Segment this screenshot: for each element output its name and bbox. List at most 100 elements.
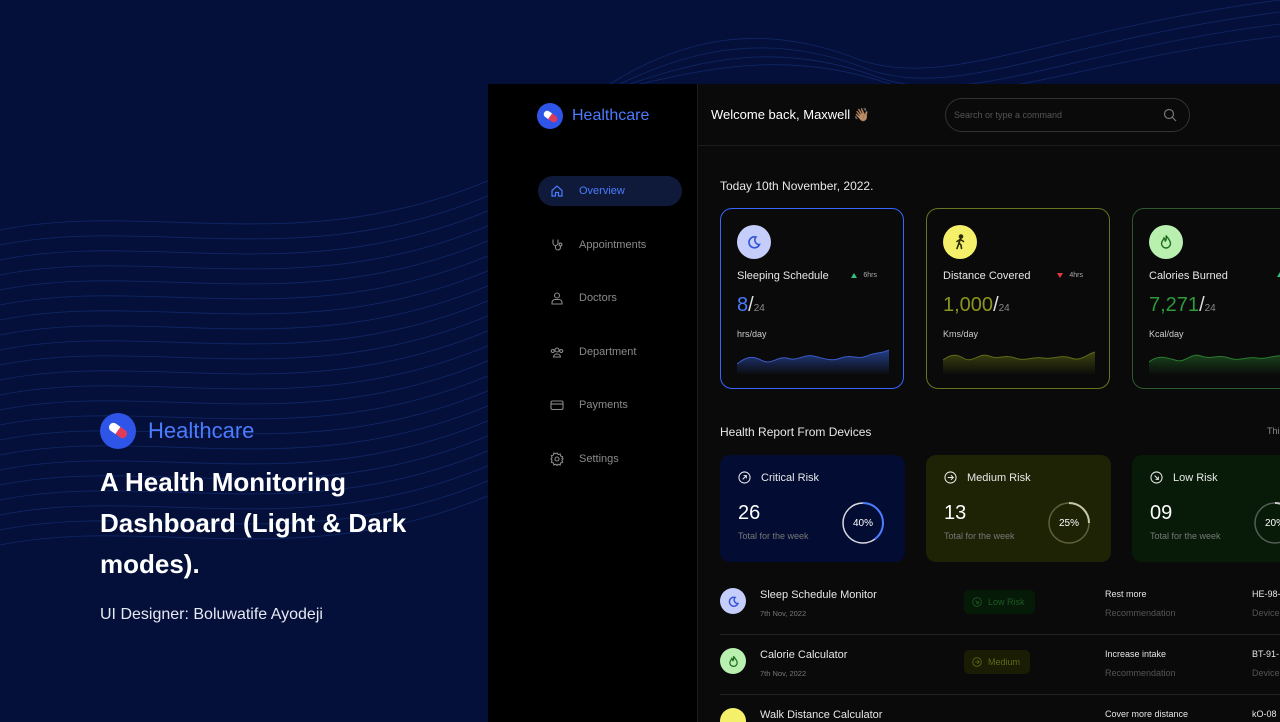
- row-recommendation-label: Recommendation: [1105, 668, 1176, 678]
- sidebar-item-label: Doctors: [579, 292, 617, 304]
- row-recommendation-label: Recommendation: [1105, 608, 1176, 618]
- promo-logo: Healthcare: [100, 413, 254, 449]
- report-filter-link[interactable]: Thi: [1267, 426, 1280, 436]
- table-row[interactable]: Sleep Schedule Monitor 7th Nov, 2022 Low…: [720, 575, 1280, 635]
- stat-card-sleeping-schedule[interactable]: Sleeping Schedule 6hrs 8/24 hrs/day: [720, 208, 904, 389]
- stethoscope-icon: [549, 237, 565, 253]
- row-device-label: Device: [1252, 608, 1280, 618]
- promo-title: A Health Monitoring Dashboard (Light & D…: [100, 467, 407, 579]
- stat-unit: hrs/day: [737, 329, 767, 339]
- sidebar: Healthcare Overview Appointments Doctors: [488, 84, 698, 722]
- main-content: Today 10th November, 2022. Sleeping Sche…: [698, 146, 1280, 722]
- risk-subtitle: Total for the week: [738, 531, 809, 541]
- arrow-right-circle-icon: [944, 471, 957, 484]
- home-icon: [549, 183, 565, 199]
- search-input[interactable]: Search or type a command: [945, 98, 1190, 132]
- sidebar-item-label: Settings: [579, 452, 619, 465]
- sidebar-item-label: Overview: [579, 185, 625, 197]
- arrow-down-right-circle-icon: [972, 597, 982, 607]
- row-device-label: Device: [1252, 668, 1280, 678]
- risk-count: 13: [944, 502, 967, 524]
- stat-value: 7,271/24: [1149, 294, 1216, 316]
- sidebar-item-label: Appointments: [579, 238, 647, 251]
- row-date: 7th Nov, 2022: [760, 669, 807, 678]
- risk-card-medium[interactable]: Medium Risk 13 Total for the week 25%: [926, 455, 1111, 562]
- risk-card-low[interactable]: Low Risk 09 Total for the week 20%: [1132, 455, 1280, 562]
- row-recommendation: Cover more distance: [1105, 709, 1189, 719]
- stat-unit: Kcal/day: [1149, 329, 1184, 339]
- search-placeholder: Search or type a command: [954, 110, 1063, 120]
- risk-header: Critical Risk: [738, 471, 819, 484]
- risk-subtitle: Total for the week: [1150, 531, 1221, 541]
- section-title-health-report: Health Report From Devices: [720, 425, 872, 439]
- stat-card-calories-burned[interactable]: Calories Burned 7,271/24 Kcal/day: [1132, 208, 1280, 389]
- pill-logo-icon: [100, 413, 136, 449]
- card-icon: [549, 397, 565, 413]
- status-badge: Medium: [964, 650, 1031, 674]
- row-name: Sleep Schedule Monitor: [760, 589, 877, 601]
- search-icon[interactable]: [1163, 108, 1177, 127]
- risk-subtitle: Total for the week: [944, 531, 1015, 541]
- walking-icon: [943, 225, 977, 259]
- risk-count: 26: [738, 502, 761, 524]
- stat-value: 8/24: [737, 294, 765, 316]
- progress-percent: 20%: [1264, 517, 1280, 529]
- table-row[interactable]: Calorie Calculator 7th Nov, 2022 Medium …: [720, 635, 1280, 695]
- stat-trend: 4hrs: [1057, 272, 1083, 279]
- app-window: Healthcare Overview Appointments Doctors: [488, 84, 1280, 722]
- row-date: 7th Nov, 2022: [760, 609, 807, 618]
- stat-name: Distance Covered: [943, 270, 1031, 282]
- trend-up-icon: [851, 273, 858, 278]
- sidebar-item-payments[interactable]: Payments: [538, 390, 682, 420]
- flame-icon: [1149, 225, 1183, 259]
- sidebar-item-department[interactable]: Department: [538, 337, 682, 367]
- welcome-message: Welcome back, Maxwell 👋🏽: [711, 107, 870, 122]
- sidebar-item-label: Department: [579, 345, 637, 358]
- sidebar-item-settings[interactable]: Settings: [538, 444, 682, 474]
- stat-unit: Kms/day: [943, 329, 979, 339]
- page-date: Today 10th November, 2022.: [720, 179, 874, 193]
- arrow-right-circle-icon: [972, 657, 982, 667]
- row-device: kO-08: [1252, 709, 1277, 719]
- sidebar-item-appointments[interactable]: Appointments: [538, 230, 682, 260]
- sparkline-calories: [1149, 354, 1280, 374]
- gear-icon: [549, 451, 565, 467]
- risk-card-critical[interactable]: Critical Risk 26 Total for the week 40%: [720, 455, 905, 562]
- sidebar-logo[interactable]: Healthcare: [537, 103, 649, 129]
- stat-card-distance-covered[interactable]: Distance Covered 4hrs 1,000/24 Kms/day: [926, 208, 1110, 389]
- department-icon: [549, 344, 565, 360]
- sidebar-brand: Healthcare: [572, 107, 650, 124]
- stat-trend: 6hrs: [851, 272, 877, 279]
- moon-icon: [720, 588, 746, 614]
- progress-percent: 40%: [852, 517, 873, 529]
- doctor-icon: [549, 290, 565, 306]
- table-row[interactable]: Walk Distance Calculator Cover more dist…: [720, 695, 1280, 722]
- arrow-down-right-circle-icon: [1150, 471, 1163, 484]
- flame-icon: [720, 648, 746, 674]
- sparkline-distance: [943, 351, 1095, 374]
- risk-count: 09: [1150, 502, 1173, 524]
- pill-logo-icon: [537, 103, 563, 129]
- stat-name: Calories Burned: [1149, 270, 1228, 282]
- sidebar-item-overview[interactable]: Overview: [538, 176, 682, 206]
- sidebar-nav: Overview Appointments Doctors Department: [538, 176, 682, 497]
- row-name: Calorie Calculator: [760, 649, 848, 661]
- top-bar: Welcome back, Maxwell 👋🏽 Search or type …: [698, 84, 1280, 146]
- row-recommendation: Increase intake: [1105, 649, 1167, 659]
- row-recommendation: Rest more: [1105, 589, 1147, 599]
- risk-header: Medium Risk: [944, 471, 1031, 484]
- sidebar-item-label: Payments: [579, 399, 628, 411]
- moon-icon: [737, 225, 771, 259]
- sidebar-item-doctors[interactable]: Doctors: [538, 283, 682, 313]
- stat-value: 1,000/24: [943, 294, 1010, 316]
- stat-name: Sleeping Schedule: [737, 270, 829, 282]
- progress-percent: 25%: [1058, 517, 1079, 529]
- arrow-up-right-circle-icon: [738, 471, 751, 484]
- sparkline-sleep: [737, 349, 889, 374]
- trend-down-icon: [1057, 273, 1064, 278]
- row-device: HE-98-: [1252, 589, 1280, 599]
- promo-brand: Healthcare: [148, 418, 255, 443]
- walking-icon: [720, 708, 746, 722]
- row-name: Walk Distance Calculator: [760, 709, 883, 721]
- row-device: BT-91-: [1252, 649, 1280, 659]
